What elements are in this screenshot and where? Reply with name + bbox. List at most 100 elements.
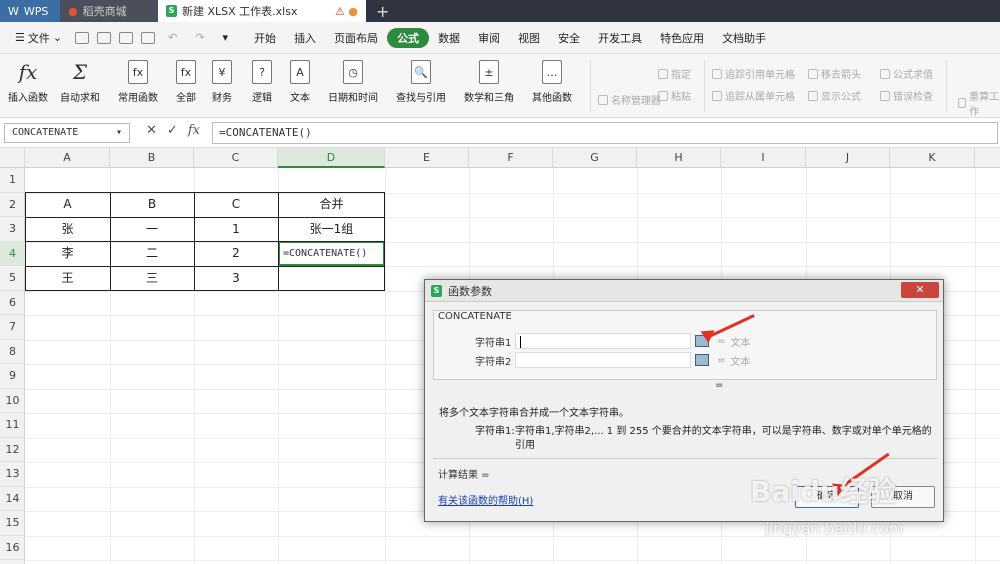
menu-8[interactable]: 开发工具 [589, 28, 651, 48]
menu-5[interactable]: 审阅 [469, 28, 509, 48]
name-box[interactable]: CONCATENATE ▾ [4, 123, 130, 143]
close-button[interactable]: ✕ [901, 282, 939, 298]
row-header-4[interactable]: 4 [0, 241, 25, 266]
tab-store[interactable]: ● 稻壳商城 [60, 0, 158, 22]
cell-C4[interactable]: 2 [194, 241, 278, 266]
ribbon-button-9[interactable]: ± 数学和三角 [464, 60, 514, 104]
column-header-F[interactable]: F [469, 148, 553, 168]
ribbon-small-button-9[interactable]: 重算工作 [958, 88, 1000, 118]
column-header-K[interactable]: K [890, 148, 975, 168]
cell-B5[interactable]: 三 [110, 266, 194, 291]
row-header-6[interactable]: 6 [0, 291, 25, 315]
ribbon-small-button-8[interactable]: 错误检查 [880, 88, 933, 103]
cell-A3[interactable]: 张 [25, 217, 110, 242]
help-link[interactable]: 有关该函数的帮助(H) [438, 492, 533, 507]
ribbon-button-8[interactable]: 🔍 查找与引用 [396, 60, 446, 104]
ribbon-small-icon [958, 98, 967, 108]
cell-B3[interactable]: 一 [110, 217, 194, 242]
ribbon-small-button-6[interactable]: 显示公式 [808, 88, 861, 103]
ribbon-small-button-3[interactable]: 追踪引用单元格 [712, 66, 795, 81]
column-header-A[interactable]: A [25, 148, 110, 168]
row-header-15[interactable]: 15 [0, 511, 25, 536]
cell-C5[interactable]: 3 [194, 266, 278, 291]
column-header-D[interactable]: D [278, 148, 385, 168]
menu-9[interactable]: 特色应用 [651, 28, 713, 48]
table-border [110, 192, 111, 290]
column-header-B[interactable]: B [110, 148, 194, 168]
ribbon-button-4[interactable]: ¥ 财务 [212, 60, 232, 104]
ribbon-button-3[interactable]: fx 全部 [176, 60, 196, 104]
menu-4[interactable]: 数据 [429, 28, 469, 48]
ribbon-button-0[interactable]: fx 插入函数 [8, 60, 48, 104]
row-header-3[interactable]: 3 [0, 217, 25, 242]
menu-0[interactable]: 开始 [245, 28, 285, 48]
column-header-G[interactable]: G [553, 148, 637, 168]
ribbon-small-button-4[interactable]: 追踪从属单元格 [712, 88, 795, 103]
select-all-corner[interactable] [0, 148, 25, 168]
row-header-9[interactable]: 9 [0, 364, 25, 389]
column-header-I[interactable]: I [721, 148, 806, 168]
row-header-10[interactable]: 10 [0, 389, 25, 413]
new-tab-button[interactable]: + [366, 0, 399, 22]
cell-B4[interactable]: 二 [110, 241, 194, 266]
tab-wps[interactable]: W WPS [0, 0, 60, 22]
row-header-8[interactable]: 8 [0, 340, 25, 364]
column-header-J[interactable]: J [806, 148, 890, 168]
cancel-icon[interactable]: ✕ [146, 123, 157, 138]
redo-icon[interactable]: ↷ [186, 31, 213, 44]
save-icon[interactable] [75, 31, 90, 44]
confirm-icon[interactable]: ✓ [167, 123, 178, 138]
menu-2[interactable]: 页面布局 [325, 28, 387, 48]
ribbon-small-button-5[interactable]: 移去箭头 [808, 66, 861, 81]
arg2-input[interactable] [515, 352, 691, 368]
ribbon-button-10[interactable]: … 其他函数 [532, 60, 572, 104]
ribbon-button-5[interactable]: ? 逻辑 [252, 60, 272, 104]
menu-3[interactable]: 公式 [387, 27, 430, 48]
formula-input[interactable]: =CONCATENATE() [212, 122, 998, 144]
template-icon[interactable] [97, 31, 112, 44]
cell-D2[interactable]: 合并 [278, 192, 385, 217]
ribbon-button-7[interactable]: ◷ 日期和时间 [328, 60, 378, 104]
ribbon-small-button-7[interactable]: 公式求值 [880, 66, 933, 81]
ribbon-button-1[interactable]: Σ 自动求和 [60, 60, 100, 104]
undo-icon[interactable]: ↶ [159, 31, 186, 44]
cell-A5[interactable]: 王 [25, 266, 110, 291]
menu-7[interactable]: 安全 [549, 28, 589, 48]
quick-access-dropdown-icon[interactable]: ▾ [214, 31, 238, 44]
row-header-5[interactable]: 5 [0, 266, 25, 291]
arg1-input[interactable] [515, 333, 691, 349]
cell-D3[interactable]: 张一1组 [278, 217, 385, 242]
row-header-13[interactable]: 13 [0, 462, 25, 487]
row-header-11[interactable]: 11 [0, 413, 25, 438]
ribbon-button-6[interactable]: A 文本 [290, 60, 310, 104]
ribbon-button-2[interactable]: fx 常用函数 [118, 60, 158, 104]
column-header-C[interactable]: C [194, 148, 278, 168]
ribbon-small-button-2[interactable]: 粘贴 [658, 88, 691, 103]
menu-6[interactable]: 视图 [509, 28, 549, 48]
active-cell-D4[interactable]: =CONCATENATE() [278, 241, 385, 266]
cell-A2[interactable]: A [25, 192, 110, 217]
column-header-E[interactable]: E [385, 148, 469, 168]
range-picker-icon[interactable] [695, 354, 709, 366]
preview-icon[interactable] [141, 31, 156, 44]
column-header-H[interactable]: H [637, 148, 721, 168]
tab-file[interactable]: S 新建 XLSX 工作表.xlsx ⚠ ● [158, 0, 366, 22]
ribbon-small-button-1[interactable]: 指定 [658, 66, 691, 81]
menu-10[interactable]: 文档助手 [713, 28, 775, 48]
cell-A4[interactable]: 李 [25, 241, 110, 266]
menu-1[interactable]: 插入 [285, 28, 325, 48]
row-header-1[interactable]: 1 [0, 168, 25, 193]
cell-C3[interactable]: 1 [194, 217, 278, 242]
print-icon[interactable] [119, 31, 134, 44]
row-header-14[interactable]: 14 [0, 487, 25, 511]
ribbon-small-button-0[interactable]: 名称管理器 [598, 92, 661, 107]
cell-B2[interactable]: B [110, 192, 194, 217]
row-header-16[interactable]: 16 [0, 536, 25, 560]
fx-icon[interactable]: fx [188, 123, 200, 138]
file-menu[interactable]: ☰ 文件 ⌄ [6, 30, 71, 46]
row-header-2[interactable]: 2 [0, 193, 25, 217]
cell-D5[interactable] [278, 266, 385, 291]
row-header-7[interactable]: 7 [0, 315, 25, 340]
cell-C2[interactable]: C [194, 192, 278, 217]
row-header-12[interactable]: 12 [0, 438, 25, 462]
